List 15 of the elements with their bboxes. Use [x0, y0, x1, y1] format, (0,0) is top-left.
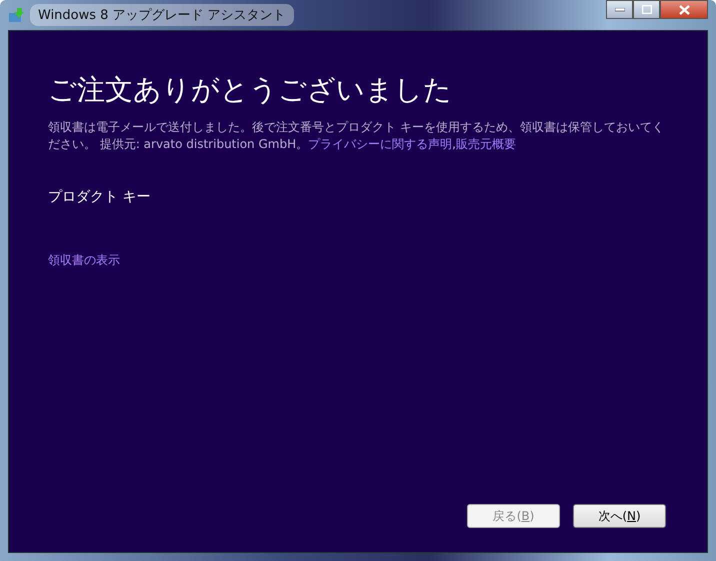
view-receipt-link[interactable]: 領収書の表示 [48, 252, 120, 269]
close-button[interactable] [660, 0, 708, 19]
maximize-button[interactable] [633, 0, 660, 19]
link[interactable]: 販売元概要 [456, 137, 516, 151]
description-text: 領収書は電子メールで送付しました。後で注文番号とプロダクト キーを使用するため、領収書は保管しておいてください。 提供元: arvato distribution GmbH。プライバシーに関する声明,販売元概要 [48, 119, 665, 153]
minimize-icon [614, 8, 624, 12]
window-title: Windows 8 アップグレード アシスタント [30, 4, 294, 26]
close-icon [678, 4, 690, 14]
minimize-button[interactable] [606, 0, 633, 19]
heading: ご注文ありがとうございました [48, 72, 453, 108]
next-button[interactable]: 次へ(N) [573, 504, 666, 528]
download-arrow-icon [8, 7, 24, 23]
maximize-icon [642, 5, 652, 14]
link[interactable]: プライバシーに関する声明 [308, 137, 452, 151]
product-key-label: プロダクト キー [48, 188, 152, 206]
